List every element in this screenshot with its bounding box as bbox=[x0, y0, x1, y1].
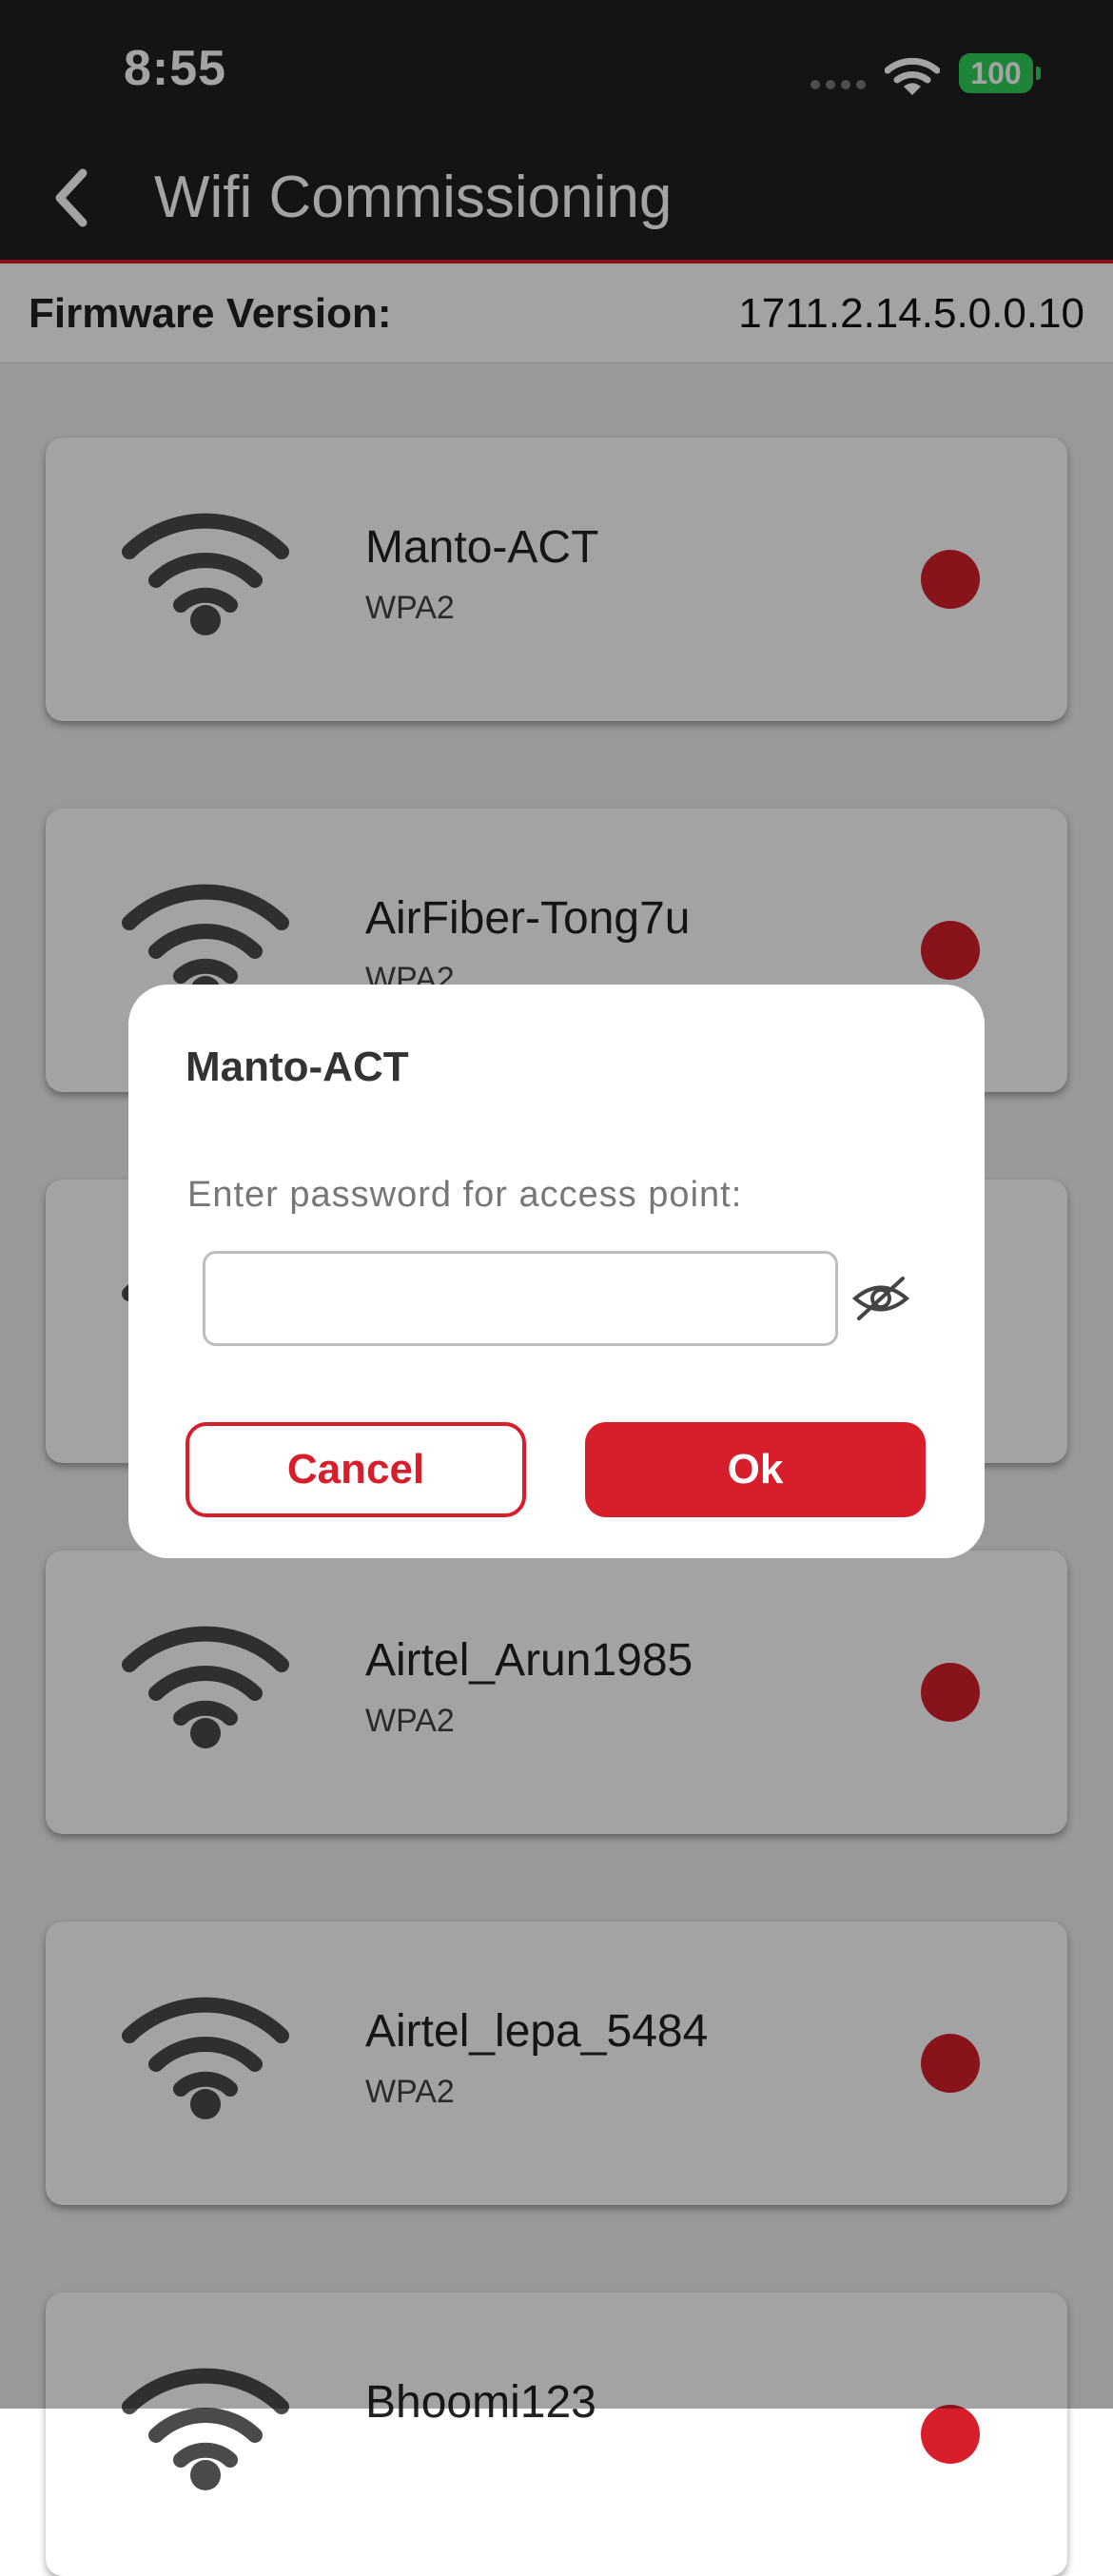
password-visibility-toggle[interactable] bbox=[849, 1270, 912, 1327]
cancel-button[interactable]: Cancel bbox=[186, 1422, 526, 1517]
ok-button[interactable]: Ok bbox=[585, 1422, 926, 1517]
eye-slash-icon bbox=[851, 1277, 910, 1320]
password-input[interactable] bbox=[203, 1251, 838, 1346]
password-dialog: Manto-ACT Enter password for access poin… bbox=[128, 985, 985, 1558]
status-dot bbox=[921, 2405, 980, 2464]
dialog-prompt: Enter password for access point: bbox=[187, 1175, 743, 1215]
dialog-title: Manto-ACT bbox=[186, 1044, 409, 1090]
